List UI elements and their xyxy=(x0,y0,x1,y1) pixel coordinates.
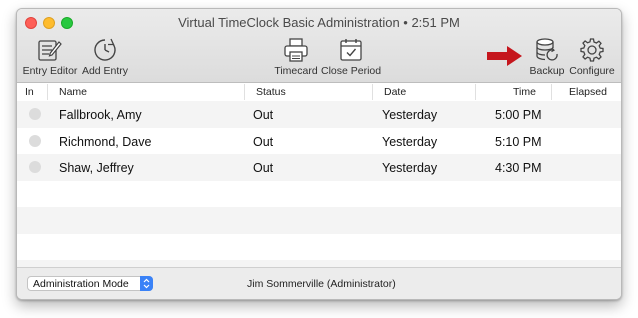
current-user: Jim Sommerville (Administrator) xyxy=(247,278,396,290)
add-entry-label: Add Entry xyxy=(81,65,129,77)
empty-row xyxy=(17,181,621,208)
employee-status: Out xyxy=(253,161,274,175)
calendar-check-icon xyxy=(340,39,362,61)
window-title: Virtual TimeClock Basic Administration •… xyxy=(178,15,460,30)
database-sync-icon xyxy=(536,38,558,61)
column-header-elapsed[interactable]: Elapsed xyxy=(569,86,607,98)
column-divider[interactable] xyxy=(244,84,245,100)
in-status-indicator xyxy=(29,161,41,173)
entry-time: 4:30 PM xyxy=(495,161,542,175)
toolbar: Virtual TimeClock Basic Administration •… xyxy=(17,9,621,83)
mode-select-stepper[interactable] xyxy=(140,276,153,291)
mode-select[interactable]: Administration Mode xyxy=(27,276,153,291)
employee-status: Out xyxy=(253,134,274,149)
configure-label: Configure xyxy=(569,65,615,77)
employee-name: Shaw, Jeffrey xyxy=(59,161,134,175)
backup-button[interactable]: Backup xyxy=(527,37,567,77)
column-divider[interactable] xyxy=(551,84,552,100)
table-row[interactable]: Fallbrook, Amy Out Yesterday 5:00 PM xyxy=(17,101,621,128)
table-row[interactable]: Richmond, Dave Out Yesterday 5:10 PM xyxy=(17,128,621,155)
pencil-list-icon xyxy=(38,40,62,61)
column-header-time[interactable]: Time xyxy=(513,86,536,98)
employee-table: Fallbrook, Amy Out Yesterday 5:00 PM Ric… xyxy=(17,101,621,287)
employee-status: Out xyxy=(253,108,274,122)
clock-add-icon xyxy=(94,38,116,61)
column-divider[interactable] xyxy=(475,84,476,100)
mode-select-value: Administration Mode xyxy=(33,278,129,290)
backup-label: Backup xyxy=(529,65,565,77)
entry-date: Yesterday xyxy=(382,108,438,122)
timecard-button[interactable]: Timecard xyxy=(273,37,319,77)
close-period-button[interactable]: Close Period xyxy=(321,37,381,77)
entry-date: Yesterday xyxy=(382,161,438,175)
timecard-label: Timecard xyxy=(274,65,318,77)
gear-icon xyxy=(580,38,604,62)
chevron-updown-icon xyxy=(143,278,150,289)
in-status-indicator xyxy=(29,134,41,147)
right-arrow-icon xyxy=(487,46,522,66)
table-header: In Name Status Date Time Elapsed xyxy=(17,83,621,102)
column-divider[interactable] xyxy=(47,84,48,100)
column-header-in[interactable]: In xyxy=(25,86,34,98)
app-window: Virtual TimeClock Basic Administration •… xyxy=(16,8,622,300)
entry-time: 5:10 PM xyxy=(495,134,542,149)
printer-icon xyxy=(284,38,308,62)
empty-row xyxy=(17,234,621,261)
column-divider[interactable] xyxy=(372,84,373,100)
column-header-status[interactable]: Status xyxy=(256,86,286,98)
empty-row xyxy=(17,207,621,234)
table-row[interactable]: Shaw, Jeffrey Out Yesterday 4:30 PM xyxy=(17,154,621,181)
entry-editor-button[interactable]: Entry Editor xyxy=(22,37,78,77)
employee-name: Richmond, Dave xyxy=(59,134,152,149)
add-entry-button[interactable]: Add Entry xyxy=(81,37,129,77)
column-header-name[interactable]: Name xyxy=(59,86,87,98)
employee-name: Fallbrook, Amy xyxy=(59,108,142,122)
status-bar: Administration Mode Jim Sommerville (Adm… xyxy=(17,267,621,299)
close-period-label: Close Period xyxy=(321,65,382,77)
entry-date: Yesterday xyxy=(382,134,438,149)
column-header-date[interactable]: Date xyxy=(384,86,406,98)
configure-button[interactable]: Configure xyxy=(568,37,616,77)
entry-time: 5:00 PM xyxy=(495,108,542,122)
in-status-indicator xyxy=(29,108,41,120)
entry-editor-label: Entry Editor xyxy=(22,65,78,77)
